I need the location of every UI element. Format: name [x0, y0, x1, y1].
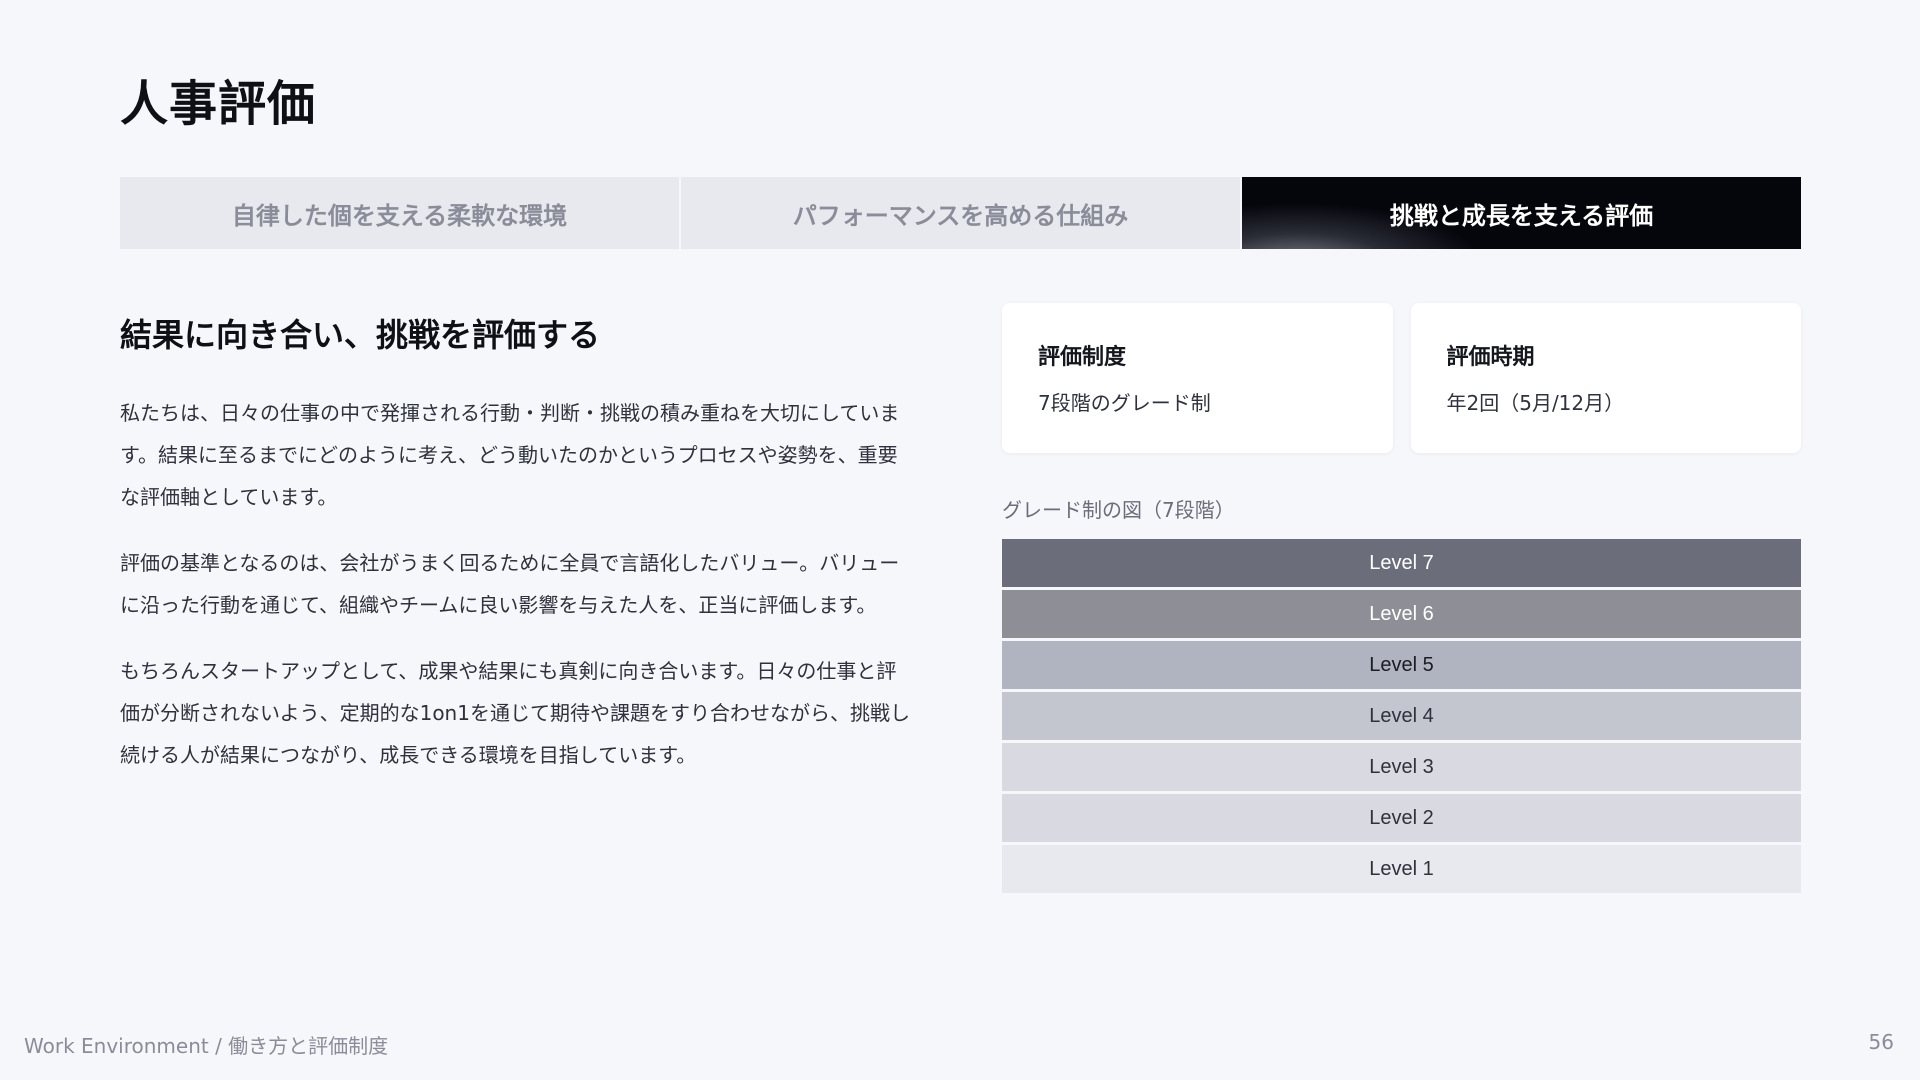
card-evaluation-timing: 評価時期 年2回（5月/12月） — [1410, 303, 1801, 453]
level-3: Level 3 — [1002, 743, 1801, 791]
level-4: Level 4 — [1002, 692, 1801, 740]
tab-flexible-environment[interactable]: 自律した個を支える柔軟な環境 — [120, 177, 679, 249]
body-text: 私たちは、日々の仕事の中で発揮される行動・判断・挑戦の積み重ねを大切にしています… — [120, 392, 910, 800]
grade-diagram-label: グレード制の図（7段階） — [1002, 498, 1235, 522]
section-heading: 結果に向き合い、挑戦を評価する — [120, 316, 601, 354]
page-title: 人事評価 — [120, 76, 317, 132]
paragraph-values: 評価の基準となるのは、会社がうまく回るために全員で言語化したバリュー。バリューに… — [120, 551, 900, 617]
card-evaluation-system: 評価制度 7段階のグレード制 — [1002, 303, 1393, 453]
tab-evaluation[interactable]: 挑戦と成長を支える評価 — [1242, 177, 1801, 249]
card-title: 評価制度 — [1038, 345, 1127, 370]
paragraph-results: もちろんスタートアップとして、成果や結果にも真剣に向き合います。日々の仕事と評価… — [120, 659, 910, 767]
card-value: 年2回（5月/12月） — [1446, 391, 1625, 415]
level-5: Level 5 — [1002, 641, 1801, 689]
grade-levels: Level 7 Level 6 Level 5 Level 4 Level 3 … — [1002, 539, 1801, 896]
paragraph-process: 私たちは、日々の仕事の中で発揮される行動・判断・挑戦の積み重ねを大切にしています… — [120, 401, 900, 509]
tab-bar: 自律した個を支える柔軟な環境 パフォーマンスを高める仕組み 挑戦と成長を支える評… — [120, 177, 1801, 249]
level-2: Level 2 — [1002, 794, 1801, 842]
level-6: Level 6 — [1002, 590, 1801, 638]
info-cards: 評価制度 7段階のグレード制 評価時期 年2回（5月/12月） — [1002, 303, 1801, 453]
card-value: 7段階のグレード制 — [1038, 391, 1211, 415]
page-number: 56 — [1868, 1030, 1894, 1054]
level-7: Level 7 — [1002, 539, 1801, 587]
tab-performance-mechanism[interactable]: パフォーマンスを高める仕組み — [681, 177, 1240, 249]
level-1: Level 1 — [1002, 845, 1801, 893]
footer-breadcrumb: Work Environment / 働き方と評価制度 — [24, 1034, 389, 1058]
card-title: 評価時期 — [1446, 345, 1535, 370]
